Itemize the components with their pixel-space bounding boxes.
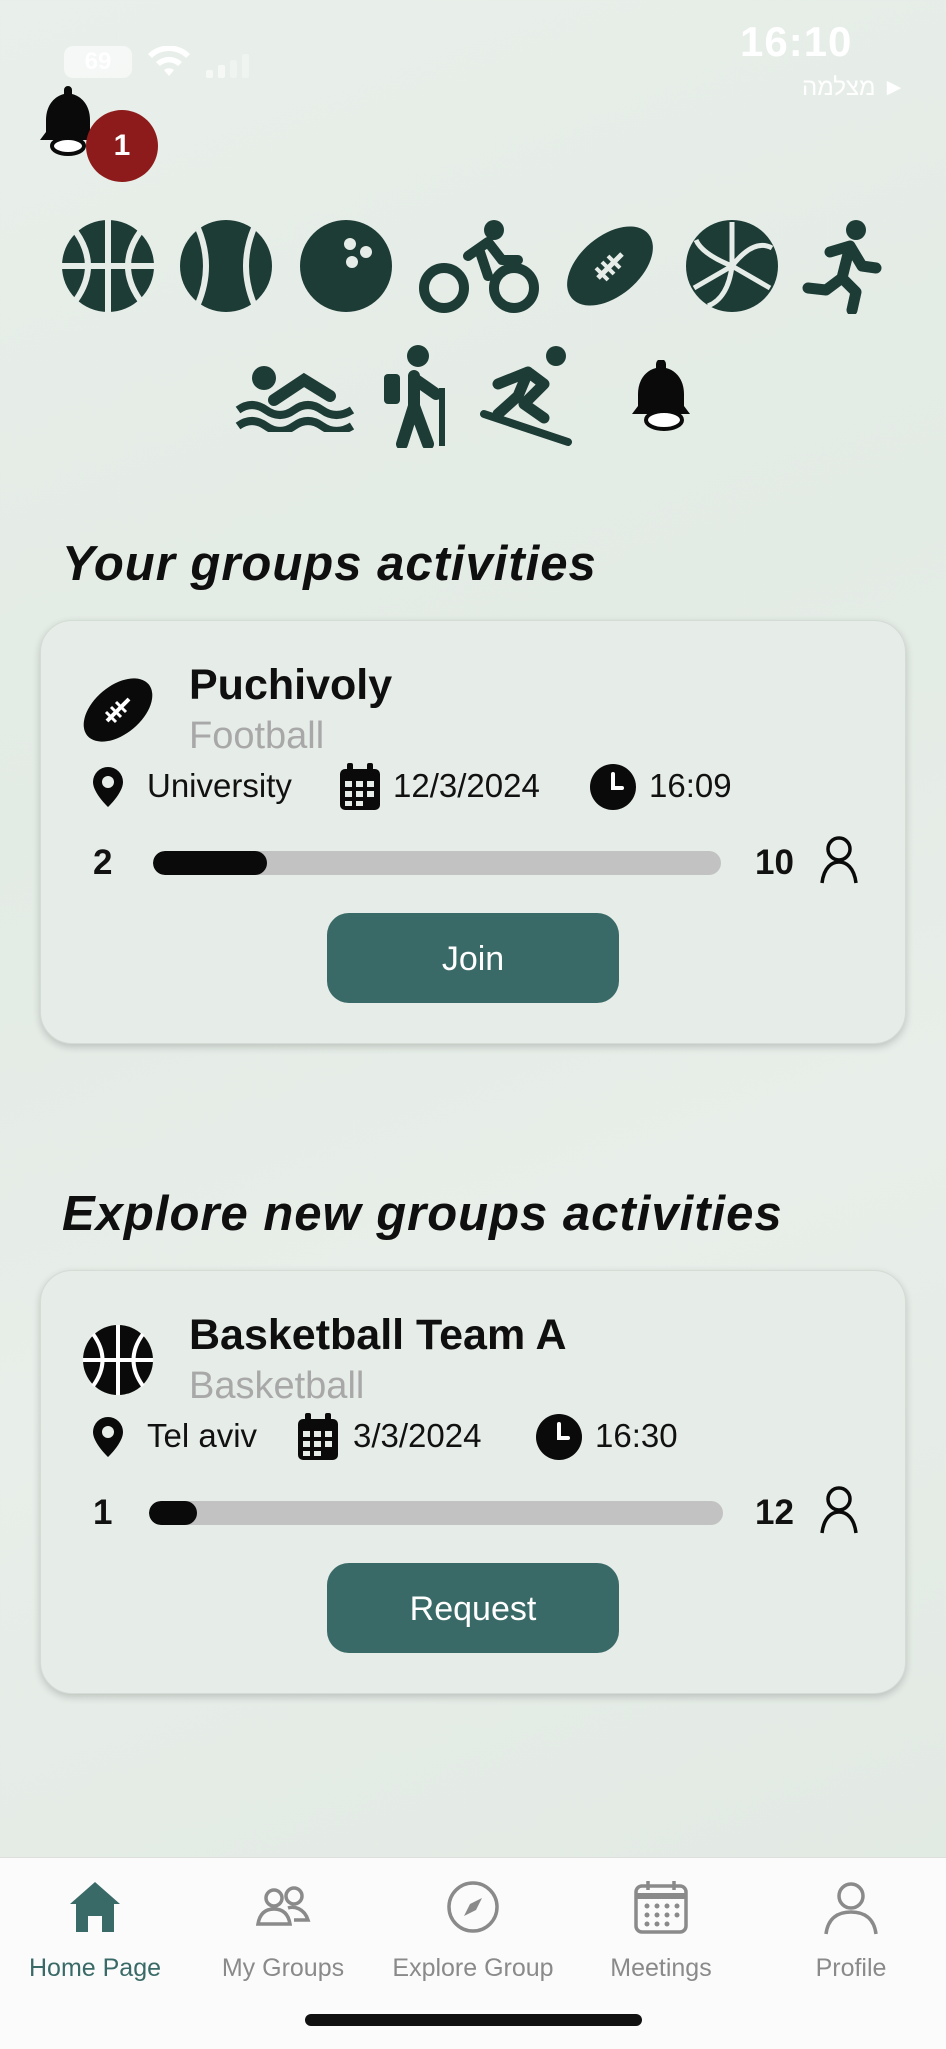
nav-home[interactable]: Home Page [0,1878,190,1983]
explore-activity-card[interactable]: Basketball Team A Basketball Tel aviv 3/… [40,1270,906,1694]
progress-fill [153,851,267,875]
home-indicator[interactable] [305,2014,642,2026]
group-sport: Basketball [189,1365,365,1407]
basketball-icon [83,1325,153,1395]
nav-my-groups-label: My Groups [221,1954,345,1982]
groups-icon [255,1886,311,1926]
snowboarding-icon[interactable] [478,344,578,448]
back-to-app-link[interactable]: מצלמה ► [802,74,906,102]
nav-profile-label: Profile [815,1954,887,1982]
participants-current: 1 [93,1493,113,1532]
participants-progress-bar [153,851,721,875]
wifi-icon [148,46,190,76]
nav-meetings-label: Meetings [610,1954,712,1982]
hiking-icon[interactable] [380,344,458,450]
group-date: 12/3/2024 [393,767,540,804]
progress-fill [149,1501,197,1525]
group-name: Basketball Team A [189,1311,567,1359]
person-icon [820,1486,858,1534]
group-date: 3/3/2024 [353,1417,482,1454]
nav-explore-label: Explore Group [392,1954,554,1982]
calendar-icon [340,763,380,810]
your-groups-title: Your groups activities [62,537,597,591]
nav-profile[interactable]: Profile [756,1878,946,1983]
participants-max: 10 [755,843,794,882]
location-pin-icon [93,1417,123,1457]
bell-icon[interactable] [628,359,694,432]
cycling-icon[interactable] [418,218,540,314]
clock-icon [590,764,636,810]
participants-max: 12 [755,1493,794,1532]
volleyball-icon[interactable] [684,218,780,314]
participants-current: 2 [93,843,113,882]
group-sport: Football [189,715,325,757]
group-time: 16:09 [649,767,732,804]
profile-icon [824,1882,878,1935]
swimming-icon[interactable] [234,360,358,435]
group-time: 16:30 [595,1417,678,1454]
calendar-icon [298,1413,338,1460]
group-activity-card[interactable]: Puchivoly Football University 12/3/2024 … [40,620,906,1044]
nav-explore[interactable]: Explore Group [378,1878,568,1983]
running-icon[interactable] [800,218,886,316]
request-button[interactable]: Request [327,1563,619,1653]
group-location: Tel aviv [147,1417,258,1454]
group-name: Puchivoly [189,661,393,709]
home-icon [70,1882,120,1932]
compass-icon [447,1881,499,1933]
football-icon[interactable] [562,218,658,314]
bowling-icon[interactable] [298,218,394,314]
battery-indicator: 69 [64,46,132,78]
calendar-icon [634,1881,688,1934]
participants-progress-bar [149,1501,723,1525]
explore-groups-title: Explore new groups activities [62,1187,783,1241]
person-icon [820,836,858,884]
football-icon [83,678,153,742]
nav-home-label: Home Page [28,1954,162,1982]
nav-meetings[interactable]: Meetings [566,1878,756,1983]
basketball-icon[interactable] [60,218,156,314]
status-time: 16:10 [740,18,853,65]
notification-badge[interactable]: 1 [86,110,158,182]
baseball-icon[interactable] [178,218,274,314]
location-pin-icon [93,767,123,807]
clock-icon [536,1414,582,1460]
signal-icon [206,54,249,78]
join-button[interactable]: Join [327,913,619,1003]
group-location: University [147,767,292,804]
nav-my-groups[interactable]: My Groups [188,1878,378,1983]
